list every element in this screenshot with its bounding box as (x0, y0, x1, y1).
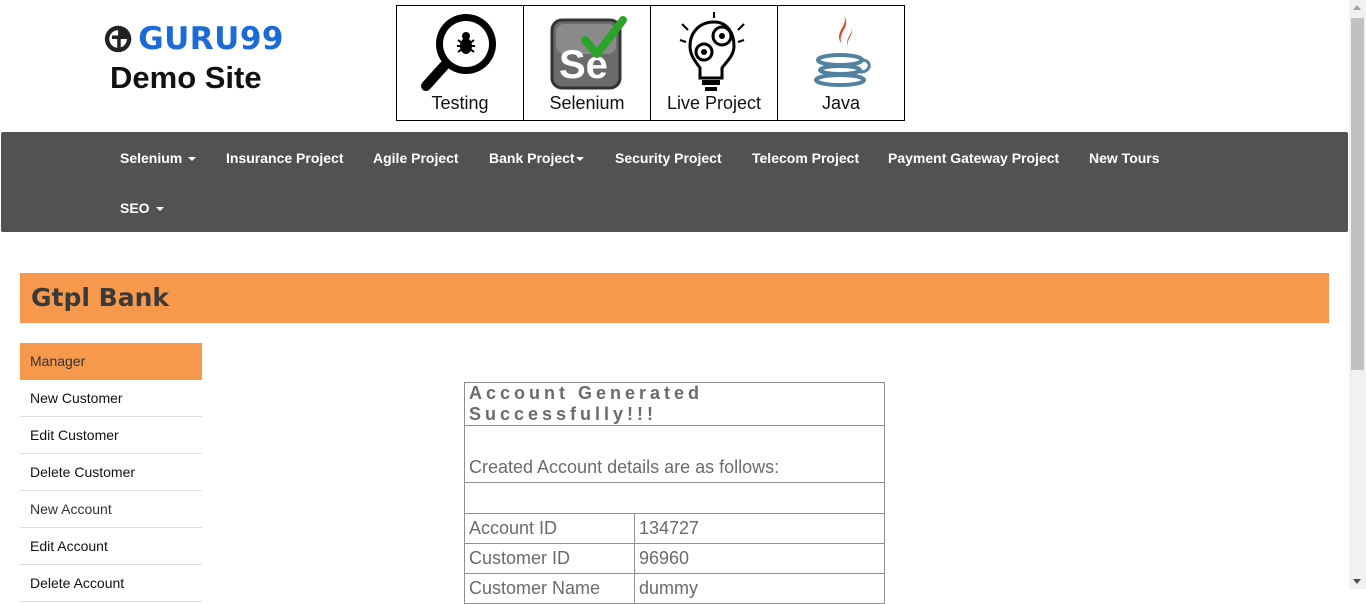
menu-item-delete-customer[interactable]: Delete Customer (20, 454, 202, 491)
topic-testing[interactable]: Testing (397, 6, 524, 120)
site-title: Demo Site (110, 60, 262, 95)
page-scrollbar[interactable] (1349, 0, 1366, 589)
topic-label: Testing (431, 93, 489, 113)
topic-tiles: Testing Se Selenium Live Project Java (396, 5, 905, 121)
scroll-up-arrow-icon[interactable] (1353, 5, 1361, 10)
bank-title: Gtpl Bank (31, 283, 169, 312)
lightbulb-gears-icon (679, 12, 745, 91)
topic-java[interactable]: Java (778, 6, 904, 120)
logo-text: GURU99 (138, 21, 284, 57)
row-value: 134727 (634, 513, 885, 544)
nav-security-project[interactable]: Security Project (615, 150, 722, 166)
menu-item-edit-customer[interactable]: Edit Customer (20, 417, 202, 454)
topic-label: Selenium (549, 93, 625, 113)
row-key: Customer ID (464, 543, 635, 574)
nav-seo[interactable]: SEO (120, 200, 164, 216)
nav-label: Bank Project (489, 150, 575, 166)
site-logo[interactable]: GURU99 Demo Site (104, 20, 284, 96)
nav-payment-gateway-project[interactable]: Payment Gateway Project (888, 150, 1059, 166)
java-cup-icon (814, 14, 871, 87)
menu-item-edit-account[interactable]: Edit Account (20, 528, 202, 565)
details-heading: Created Account details are as follows: (464, 425, 885, 483)
guru99-logo-icon (104, 25, 132, 53)
nav-bank-project[interactable]: Bank Project (489, 150, 584, 166)
caret-down-icon (155, 207, 164, 212)
table-row: Account ID 134727 (464, 513, 885, 544)
selenium-check-icon: Se (550, 16, 627, 90)
magnifier-bug-icon (421, 14, 496, 91)
main-navbar: Selenium Insurance Project Agile Project… (1, 132, 1348, 232)
success-message: Account Generated Successfully!!! (464, 382, 885, 426)
scroll-down-arrow-icon[interactable] (1353, 579, 1361, 584)
caret-down-icon (188, 157, 197, 162)
menu-item-delete-account[interactable]: Delete Account (20, 565, 202, 602)
menu-item-new-customer[interactable]: New Customer (20, 380, 202, 417)
topic-selenium[interactable]: Se Selenium (524, 6, 651, 120)
bank-header: Gtpl Bank (20, 273, 1329, 323)
menu-item-manager[interactable]: Manager (20, 343, 202, 380)
nav-selenium[interactable]: Selenium (120, 150, 197, 166)
nav-new-tours[interactable]: New Tours (1089, 150, 1160, 166)
topic-label: Java (821, 93, 861, 113)
nav-agile-project[interactable]: Agile Project (373, 150, 459, 166)
menu-item-new-account[interactable]: New Account (20, 491, 202, 528)
nav-label: SEO (120, 200, 150, 216)
scroll-thumb[interactable] (1351, 18, 1364, 370)
topic-live-project[interactable]: Live Project (651, 6, 778, 120)
topic-label: Live Project (666, 93, 762, 113)
row-key: Account ID (464, 513, 635, 544)
nav-label: Selenium (120, 150, 183, 166)
blank-row (464, 482, 885, 514)
table-row: Customer ID 96960 (464, 543, 885, 574)
caret-down-icon (575, 157, 584, 162)
account-result-table: Account Generated Successfully!!! Create… (464, 382, 885, 604)
row-value: 96960 (634, 543, 885, 574)
side-menu: Manager New Customer Edit Customer Delet… (20, 343, 202, 602)
nav-telecom-project[interactable]: Telecom Project (752, 150, 859, 166)
nav-insurance-project[interactable]: Insurance Project (226, 150, 344, 166)
